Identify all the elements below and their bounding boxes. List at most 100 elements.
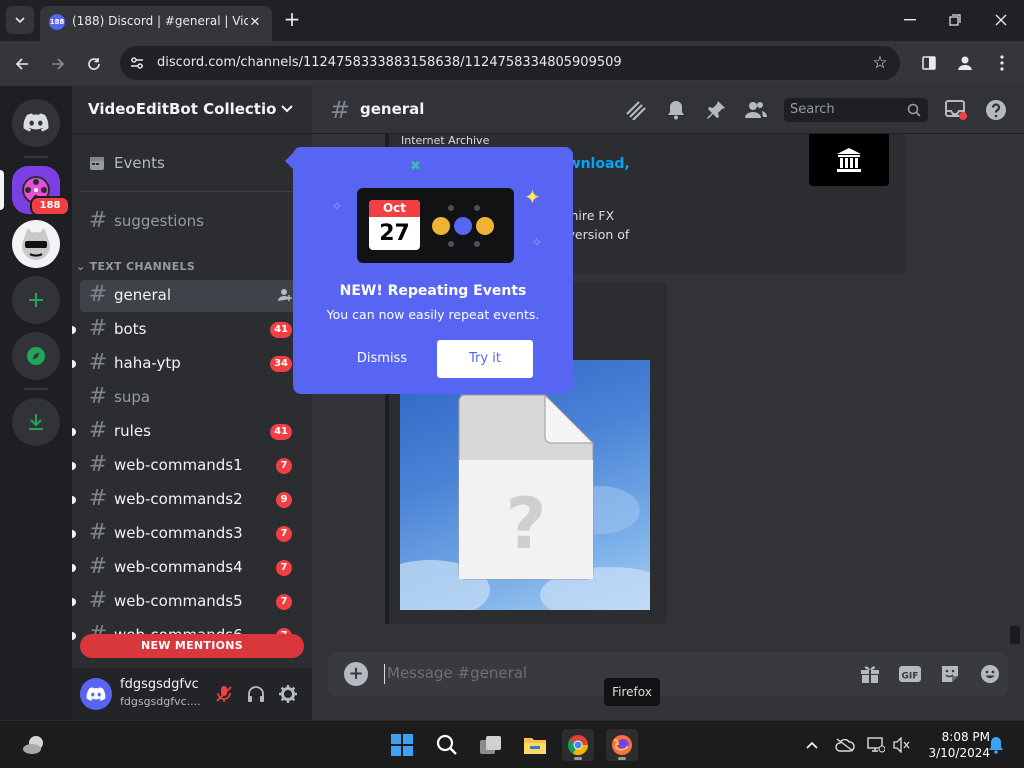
events-label: Events xyxy=(114,154,165,172)
cloud-offline-icon xyxy=(835,738,855,752)
search-placeholder: Search xyxy=(790,102,835,117)
network-tray-icon[interactable] xyxy=(866,735,886,755)
folder-icon xyxy=(524,738,546,754)
close-window-button[interactable] xyxy=(989,8,1013,32)
channel-title: general xyxy=(360,100,425,118)
help-button[interactable] xyxy=(984,98,1008,122)
channel-name: general xyxy=(114,286,172,304)
dismiss-button[interactable]: Dismiss xyxy=(343,340,421,378)
channel-supa[interactable]: # supa xyxy=(80,382,304,414)
task-view-button[interactable] xyxy=(475,729,507,761)
side-panel-icon[interactable] xyxy=(918,52,940,74)
close-tab-icon[interactable]: ✕ xyxy=(246,13,264,31)
weather-widget[interactable] xyxy=(18,729,50,761)
cat-sunglasses-icon xyxy=(22,228,50,260)
explore-servers-button[interactable] xyxy=(12,332,60,380)
chrome-taskbar-button[interactable] xyxy=(562,729,594,761)
gif-button[interactable]: GIF xyxy=(898,662,922,686)
onedrive-tray-icon[interactable] xyxy=(835,735,855,755)
channel-web-commands1[interactable]: # web-commands1 7 xyxy=(72,450,304,482)
discord-home-button[interactable] xyxy=(12,99,60,147)
channel-suggestions[interactable]: # suggestions xyxy=(80,206,304,238)
start-button[interactable] xyxy=(386,729,418,761)
notification-settings-button[interactable] xyxy=(664,98,688,122)
browser-menu-icon[interactable] xyxy=(991,52,1013,74)
taskbar-tooltip: Firefox xyxy=(604,678,660,706)
address-bar[interactable]: discord.com/channels/1124758333883158638… xyxy=(120,46,900,80)
channel-bots[interactable]: # bots 41 xyxy=(72,314,304,346)
forward-button[interactable] xyxy=(45,51,71,77)
plus-icon xyxy=(29,293,43,307)
server-cat-avatar[interactable] xyxy=(12,220,60,268)
channel-name: web-commands4 xyxy=(114,558,243,576)
search-input[interactable]: Search xyxy=(784,98,928,122)
upload-attachment-button[interactable]: + xyxy=(344,662,368,686)
bookmark-star-icon[interactable]: ☆ xyxy=(870,53,890,73)
browser-tab-discord[interactable]: 188 (188) Discord | #general | VideoEdit… xyxy=(40,6,272,41)
try-it-button[interactable]: Try it xyxy=(437,340,533,378)
inbox-button[interactable] xyxy=(944,98,968,122)
profile-icon[interactable] xyxy=(954,52,976,74)
emoji-button[interactable] xyxy=(978,662,1002,686)
channel-general[interactable]: # general xyxy=(80,280,304,312)
create-invite-icon[interactable] xyxy=(276,286,294,304)
sticker-button[interactable] xyxy=(938,662,962,686)
user-avatar[interactable] xyxy=(80,678,112,710)
network-icon xyxy=(867,737,885,753)
events-item[interactable]: Events xyxy=(80,148,304,180)
gift-button[interactable] xyxy=(858,662,882,686)
message-input[interactable]: Message #general xyxy=(384,664,784,684)
minimize-window-button[interactable] xyxy=(898,8,922,32)
tab-search-button[interactable] xyxy=(6,6,34,34)
user-settings-button[interactable] xyxy=(276,682,300,706)
mention-badge: 41 xyxy=(270,322,292,338)
member-list-button[interactable] xyxy=(744,98,768,122)
back-button[interactable] xyxy=(9,51,35,77)
mute-microphone-button[interactable] xyxy=(212,682,236,706)
unread-indicator xyxy=(72,632,76,640)
sparkle-icon: ✧ xyxy=(331,199,343,215)
channel-haha-ytp[interactable]: # haha-ytp 34 xyxy=(72,348,304,380)
calendar-card: Oct 27 xyxy=(369,200,420,250)
volume-tray-icon[interactable] xyxy=(892,735,912,755)
popup-title: NEW! Repeating Events xyxy=(339,283,527,299)
search-taskbar-button[interactable] xyxy=(431,729,463,761)
channel-name: bots xyxy=(114,320,147,338)
server-list: 188 xyxy=(0,86,72,720)
download-apps-button[interactable] xyxy=(12,398,60,446)
server-header[interactable]: VideoEditBot Collection ... xyxy=(72,86,312,134)
pinned-messages-button[interactable] xyxy=(704,98,728,122)
firefox-taskbar-button[interactable] xyxy=(606,729,638,761)
discord-logo-icon xyxy=(23,113,49,132)
channel-web-commands4[interactable]: # web-commands4 7 xyxy=(72,552,304,584)
site-info-icon[interactable] xyxy=(128,54,146,72)
show-hidden-icons-button[interactable] xyxy=(802,735,822,755)
channel-web-commands5[interactable]: # web-commands5 7 xyxy=(72,586,304,618)
text-channel-icon: # xyxy=(88,208,108,233)
clock-date: 3/10/2024 xyxy=(928,746,990,760)
channel-web-commands2[interactable]: # web-commands2 9 xyxy=(72,484,304,516)
channel-web-commands3[interactable]: # web-commands3 7 xyxy=(72,518,304,550)
add-server-button[interactable] xyxy=(12,276,60,324)
chevron-down-icon xyxy=(15,17,25,23)
reload-button[interactable] xyxy=(81,51,107,77)
text-channel-icon: # xyxy=(88,282,108,307)
pin-icon xyxy=(707,101,725,119)
system-clock[interactable]: 8:08 PM 3/10/2024 xyxy=(920,729,990,761)
notifications-tray-icon[interactable] xyxy=(986,735,1006,755)
chat-scrollbar[interactable] xyxy=(1010,626,1020,644)
new-tab-button[interactable]: + xyxy=(282,9,302,29)
file-explorer-button[interactable] xyxy=(519,729,551,761)
threads-button[interactable] xyxy=(624,98,648,122)
channel-rules[interactable]: # rules 41 xyxy=(72,416,304,448)
selected-server-indicator xyxy=(0,170,4,210)
restore-window-button[interactable] xyxy=(943,8,967,32)
embed-thumbnail[interactable] xyxy=(809,134,889,186)
clock-time: 8:08 PM xyxy=(941,730,990,744)
new-mentions-button[interactable]: NEW MENTIONS xyxy=(80,634,304,658)
embed-image[interactable]: ? xyxy=(400,360,650,610)
message-composer: + Message #general GIF xyxy=(328,652,1008,696)
deafen-button[interactable] xyxy=(244,682,268,706)
category-text-channels[interactable]: ⌄ TEXT CHANNELS xyxy=(76,260,195,273)
embed-provider[interactable]: Internet Archive xyxy=(401,134,489,147)
